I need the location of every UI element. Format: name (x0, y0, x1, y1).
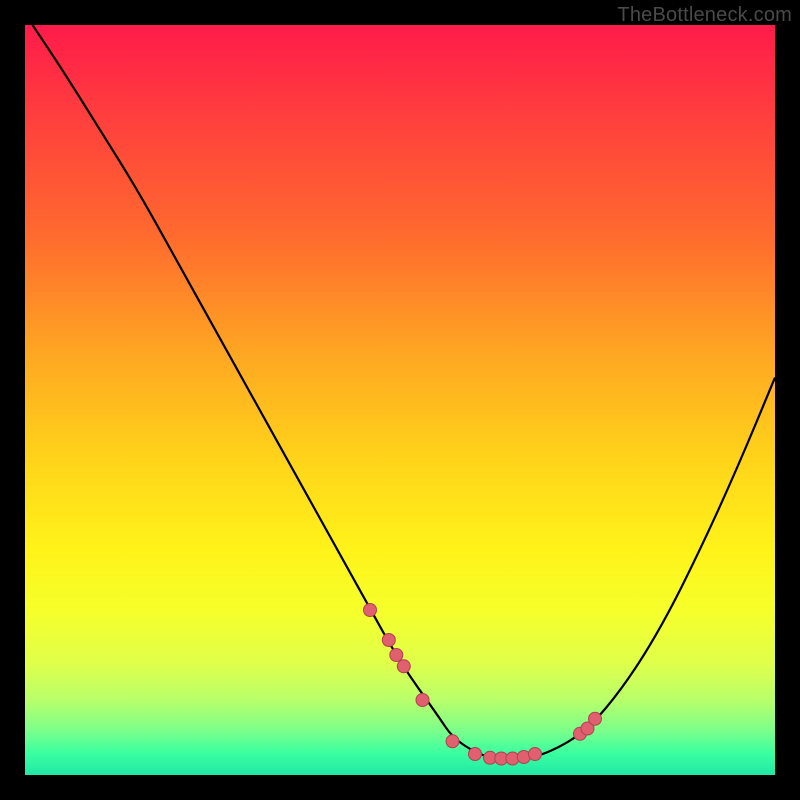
curve-layer (25, 25, 775, 775)
data-point-dot (397, 660, 410, 673)
data-point-dot (589, 712, 602, 725)
watermark-text: TheBottleneck.com (617, 4, 792, 27)
plot-area (25, 25, 775, 775)
chart-frame: TheBottleneck.com (0, 0, 800, 800)
bottleneck-curve (33, 25, 776, 760)
data-point-dot (390, 649, 403, 662)
data-point-dot (446, 735, 459, 748)
data-point-dot (529, 748, 542, 761)
data-point-dot (382, 634, 395, 647)
highlighted-points (364, 604, 602, 766)
data-point-dot (416, 694, 429, 707)
data-point-dot (469, 748, 482, 761)
data-point-dot (364, 604, 377, 617)
